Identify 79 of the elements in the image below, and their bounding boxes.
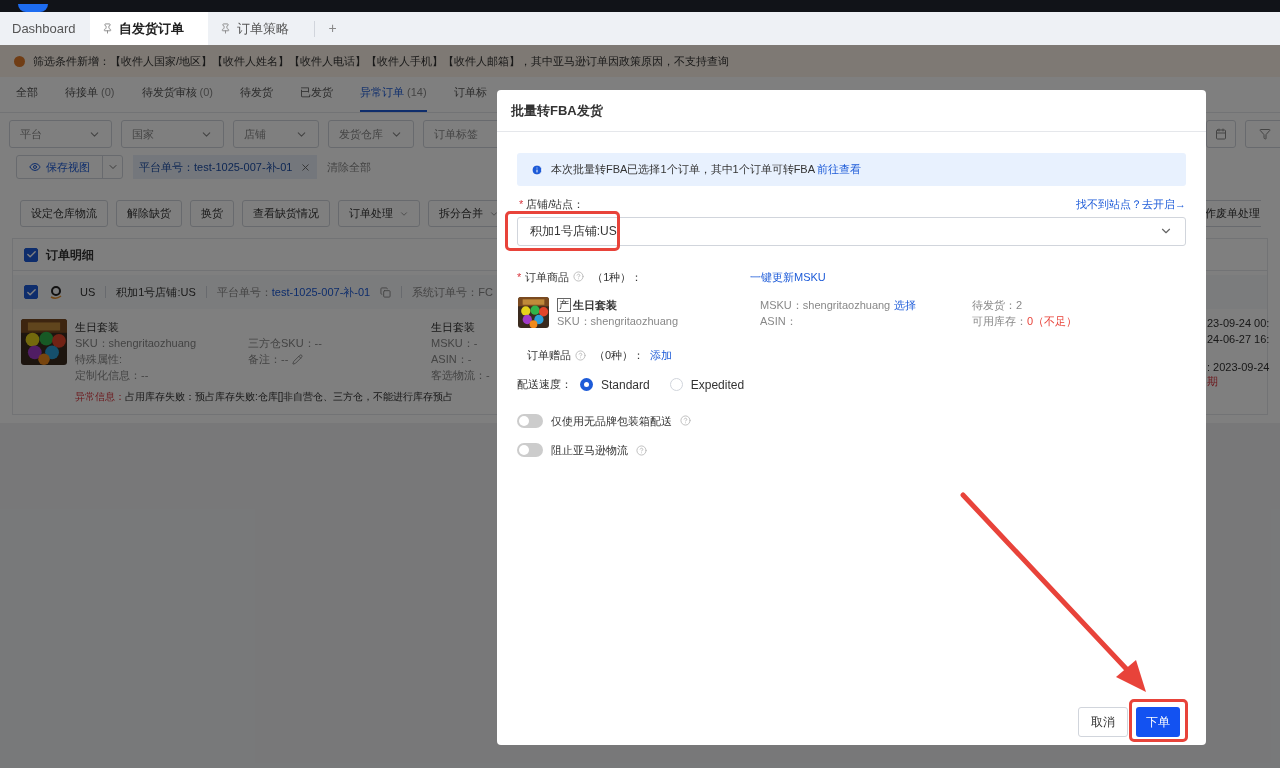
form-label: * 店铺/站点： (518, 197, 585, 212)
stock-text: 可用库存：0（不足） (972, 314, 1078, 329)
page-tab[interactable]: 自发货订单 (89, 12, 208, 45)
pin-icon (219, 23, 231, 34)
form-label: 配送速度： (517, 377, 572, 393)
logo-icon (18, 4, 48, 12)
action-button[interactable]: 查看缺货情况 (242, 200, 330, 227)
edit-icon[interactable] (292, 353, 304, 365)
page-tab[interactable]: Dashboard (0, 12, 88, 45)
toggle-label: 仅使用无品牌包装箱配送 (551, 413, 672, 429)
store-select[interactable]: 积加1号店铺:US (517, 216, 1186, 246)
help-icon (575, 349, 586, 361)
date-text: 24-06-27 16: (1207, 332, 1270, 346)
select-link[interactable]: 选择 (894, 297, 917, 313)
calendar-icon (1215, 128, 1227, 140)
store-text: 积加1号店铺:US (116, 284, 196, 300)
cancel-button[interactable]: 取消 (1078, 707, 1128, 737)
enable-site-link[interactable]: 找不到站点？去开启→ (1076, 196, 1186, 213)
status-tab[interactable]: 待发货 (240, 83, 274, 112)
view-link[interactable]: 前往查看 (817, 163, 862, 176)
close-icon[interactable] (300, 161, 312, 173)
copy-icon[interactable] (380, 286, 392, 298)
action-button[interactable]: 解除缺货 (116, 200, 182, 227)
site-text: US (80, 284, 96, 300)
alert-text: 本次批量转FBA已选择1个订单，其中1个订单可转FBA 前往查看 (551, 162, 862, 178)
pending-text: 待发货：2 (972, 298, 1024, 313)
date-note: 期 (1207, 374, 1219, 388)
gift-count: （0种）： (594, 348, 645, 363)
submit-button[interactable]: 下单 (1136, 707, 1180, 737)
pin-icon (101, 23, 113, 34)
action-button[interactable]: 设定仓库物流 (20, 200, 108, 227)
product-field: ASIN：- (431, 351, 490, 367)
platform-no-link[interactable]: test-1025-007-补-01 (271, 283, 371, 301)
action-button[interactable]: 换货 (190, 200, 234, 227)
status-tab[interactable]: 已发货 (300, 83, 334, 112)
status-tab[interactable]: 订单标 (453, 83, 487, 112)
form-label: * 订单商品 （1种）： (517, 269, 644, 285)
product-name: 生日套装 (75, 320, 120, 335)
filter-chip: 平台单号：test-1025-007-补-01 (133, 155, 318, 179)
help-icon (636, 444, 647, 456)
sku-text: SKU：shengritaozhuang (557, 314, 680, 329)
checkbox[interactable] (24, 285, 38, 299)
calendar-button[interactable] (1206, 120, 1236, 148)
column-header: 订单明细 (46, 246, 94, 264)
info-icon (531, 163, 543, 176)
filter-button[interactable] (1245, 120, 1280, 148)
radio-button[interactable] (580, 378, 593, 391)
warning-icon (14, 55, 25, 67)
date-text: 23-09-24 00: (1207, 316, 1270, 330)
eye-icon (29, 161, 41, 173)
error-message: 异常信息：占用库存失败：预占库存失败:仓库[]非自营仓、三方仓，不能进行库存预占 (75, 391, 454, 402)
toggle-switch[interactable] (517, 413, 543, 428)
amazon-logo-icon (48, 284, 64, 300)
toggle-switch[interactable] (517, 443, 543, 458)
help-icon (573, 271, 585, 283)
toggle-label: 阻止亚马逊物流 (551, 443, 628, 458)
add-link[interactable]: 添加 (650, 347, 673, 364)
status-tab[interactable]: 全部 (16, 83, 38, 112)
asin-text: ASIN： (760, 314, 798, 329)
status-tab[interactable]: 异常订单 (14) (360, 83, 427, 112)
radio-label: Standard (601, 376, 650, 394)
product-field: SKU：shengritaozhuang (75, 335, 240, 351)
radio-label: Expedited (690, 376, 745, 394)
dialog-title: 批量转FBA发货 (511, 101, 603, 120)
notice-text: 筛选条件新增：【收件人国家/地区】【收件人姓名】【收件人电话】【收件人手机】【收件人邮箱】，其中亚马逊订单因政策原因，不支持查询 (33, 53, 730, 69)
product-tag: 产 (557, 298, 571, 312)
add-tab-button[interactable]: + (314, 12, 351, 45)
action-button[interactable]: 订单处理 (338, 200, 420, 227)
page-tab[interactable]: 订单策略 (207, 12, 314, 45)
product-field: 生日套装 (431, 319, 490, 335)
msku-text: MSKU：shengritaozhuang (760, 298, 891, 313)
checkbox[interactable] (24, 247, 38, 262)
update-msku-link[interactable]: 一键更新MSKU (750, 268, 826, 285)
help-icon (680, 415, 691, 427)
form-label: 订单赠品 (527, 348, 571, 363)
date-text: : 2023-09-24 (1207, 360, 1270, 374)
product-name: 生日套装 (573, 298, 617, 313)
product-field: MSKU：- (431, 335, 490, 351)
filter-icon (1259, 128, 1271, 140)
